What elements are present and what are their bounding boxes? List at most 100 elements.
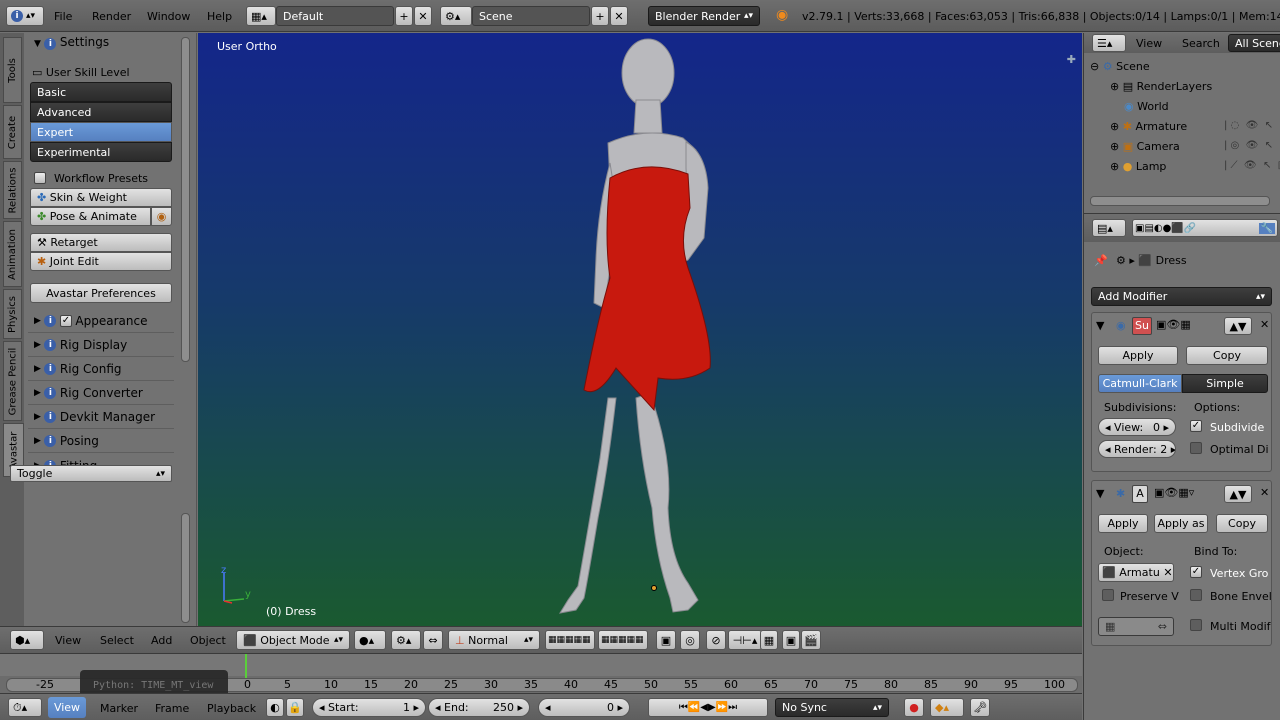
move-up-button[interactable]: ▲▼ <box>1224 485 1252 503</box>
current-frame-field[interactable]: ◂ 0 ▸ <box>538 698 630 717</box>
panel-posing[interactable]: ▶ i Posing <box>28 430 174 453</box>
properties-editor-button[interactable]: ▤▴ <box>1092 219 1126 237</box>
camera-restrict-icons[interactable]: | ◎ 👁 ↖ ▣ <box>1224 140 1280 151</box>
panel-rig-config[interactable]: ▶ i Rig Config <box>28 358 174 381</box>
layout-field[interactable]: Default <box>276 6 394 26</box>
layers-grid-1[interactable]: ▦▦▦▦▦ <box>545 630 595 650</box>
remove-scene-button[interactable]: ✕ <box>610 6 628 26</box>
tree-item-scene[interactable]: ⊖ ⚙ Scene <box>1090 60 1150 73</box>
add-modifier-select[interactable]: Add Modifier ▴▾ <box>1091 287 1272 306</box>
panel-devkit-manager[interactable]: ▶ i Devkit Manager <box>28 406 174 429</box>
add-layout-button[interactable]: + <box>395 6 413 26</box>
pose-animate-button[interactable]: ✤ Pose & Animate <box>30 207 151 226</box>
multi-modifier-checkbox[interactable] <box>1190 619 1202 631</box>
add-scene-button[interactable]: + <box>591 6 609 26</box>
scene-field[interactable]: Scene <box>472 6 590 26</box>
armature-name-field[interactable]: A <box>1132 485 1148 503</box>
outliner-scrollbar[interactable] <box>1090 196 1270 206</box>
panel-rig-converter[interactable]: ▶ i Rig Converter <box>28 382 174 405</box>
panel-appearance[interactable]: ▶ i ✓ Appearance <box>28 310 174 333</box>
subsurf-name-field[interactable]: Su <box>1132 317 1152 335</box>
vertex-group-field[interactable]: ▦ ⇔ <box>1098 617 1174 636</box>
skill-experimental[interactable]: Experimental <box>30 142 172 162</box>
snap-target-button[interactable]: ▦ <box>760 630 778 650</box>
move-up-button[interactable]: ▲▼ <box>1224 317 1252 335</box>
editor-type-button[interactable]: i ▴▾ <box>6 6 44 26</box>
menu-select[interactable]: Select <box>100 634 134 647</box>
subsurf-copy-button[interactable]: Copy <box>1186 346 1268 365</box>
proportional-button[interactable]: ◎ <box>680 630 700 650</box>
render-anim-button[interactable]: 🎬 <box>801 630 821 650</box>
tree-item-camera[interactable]: ⊕ ▣ Camera <box>1110 140 1180 153</box>
menu-frame[interactable]: Frame <box>155 702 189 715</box>
start-frame-field[interactable]: ◂ Start: 1 ▸ <box>312 698 426 717</box>
menu-window[interactable]: Window <box>147 10 190 23</box>
orientation-select[interactable]: ⊥ Normal ▴▾ <box>448 630 540 650</box>
end-frame-field[interactable]: ◂ End: 250 ▸ <box>428 698 530 717</box>
catmull-clark-button[interactable]: Catmull-Clark <box>1098 374 1182 393</box>
clear-icon[interactable]: ✕ <box>1163 566 1172 579</box>
panel-rig-display[interactable]: ▶ i Rig Display <box>28 334 174 357</box>
menu-view[interactable]: View <box>55 634 81 647</box>
outliner-filter-select[interactable]: All Scenes <box>1228 34 1280 52</box>
menu-playback[interactable]: Playback <box>207 702 256 715</box>
armature-toggle-icons[interactable]: ▣👁▦▿ <box>1154 486 1194 499</box>
key-insert-button[interactable]: 🗝 <box>970 698 990 717</box>
tree-item-lamp[interactable]: ⊕ ● Lamp <box>1110 160 1166 173</box>
tab-physics[interactable]: Physics <box>3 289 22 339</box>
keying-set-button[interactable]: ◆▴ <box>930 698 964 717</box>
armature-copy-button[interactable]: Copy <box>1216 514 1268 533</box>
shelf-scrollbar[interactable] <box>181 37 190 362</box>
optimal-display-checkbox[interactable] <box>1190 442 1202 454</box>
render-engine-select[interactable]: Blender Render ▴▾ <box>648 6 760 26</box>
tab-relations[interactable]: Relations <box>3 161 22 219</box>
viewport-3d[interactable]: User Ortho ✚ z y (0) Dress <box>198 33 1082 626</box>
avastar-preferences-button[interactable]: Avastar Preferences <box>30 283 172 303</box>
tab-create[interactable]: Create <box>3 105 22 159</box>
armature-object-field[interactable]: ⬛ Armatu ✕ <box>1098 563 1174 582</box>
menu-marker[interactable]: Marker <box>100 702 138 715</box>
tree-item-world[interactable]: ◉ World <box>1124 100 1169 113</box>
character-model[interactable] <box>538 38 758 623</box>
retarget-button[interactable]: ⚒ Retarget <box>30 233 172 252</box>
collapse-icon[interactable]: ▼ <box>1096 487 1104 500</box>
skill-advanced[interactable]: Advanced <box>30 102 172 122</box>
menu-object[interactable]: Object <box>190 634 226 647</box>
lamp-restrict-icons[interactable]: | ⟋ 👁 ↖ ▣ <box>1224 160 1280 171</box>
subdivide-uvs-checkbox[interactable]: ✓ <box>1190 420 1202 432</box>
scene-icon-button[interactable]: ⚙▴ <box>440 6 472 26</box>
armature-apply-as-button[interactable]: Apply as <box>1154 514 1208 533</box>
pose-dot-button[interactable]: ◉ <box>151 207 172 226</box>
menu-add[interactable]: Add <box>151 634 172 647</box>
appearance-checkbox[interactable]: ✓ <box>59 315 72 327</box>
shelf-scrollbar-lower[interactable] <box>181 513 190 623</box>
tab-animation[interactable]: Animation <box>3 221 22 287</box>
render-levels-field[interactable]: ◂ Render: 2 ▸ <box>1098 440 1176 458</box>
playback-controls[interactable]: ⏮⏪◀▶⏩⏭ <box>648 698 768 717</box>
view-levels-field[interactable]: ◂ View: 0 ▸ <box>1098 418 1176 436</box>
toggle-select[interactable]: Toggle ▴▾ <box>10 465 172 482</box>
current-frame-line[interactable] <box>245 654 247 678</box>
menu-render[interactable]: Render <box>92 10 131 23</box>
armature-restrict-icons[interactable]: | ◌ 👁 ↖ ▣ <box>1224 120 1280 131</box>
subsurf-apply-button[interactable]: Apply <box>1098 346 1178 365</box>
pivot-select[interactable]: ⚙▴ <box>391 630 421 650</box>
preview-range-button[interactable]: ◐ <box>266 698 284 717</box>
manipulator-toggle[interactable]: ⇔ <box>423 630 443 650</box>
menu-help[interactable]: Help <box>207 10 232 23</box>
skill-expert[interactable]: Expert <box>30 122 172 142</box>
layout-icon-button[interactable]: ▦▴ <box>246 6 276 26</box>
armature-apply-button[interactable]: Apply <box>1098 514 1148 533</box>
mode-select[interactable]: ⬛ Object Mode ▴▾ <box>236 630 350 650</box>
layers-grid-2[interactable]: ▦▦▦▦▦ <box>598 630 648 650</box>
snap-element-button[interactable]: ⊣⊢▴ <box>728 630 762 650</box>
timeline[interactable]: -25 0 5 10 15 20 25 30 35 40 45 50 55 60 65 70 75 80 85 90 9… <box>0 653 1082 700</box>
tab-grease-pencil[interactable]: Grease Pencil <box>3 341 22 421</box>
outliner-menu-search[interactable]: Search <box>1182 37 1220 50</box>
settings-header[interactable]: ▼ i Settings <box>34 35 109 50</box>
lock-range-button[interactable]: 🔒 <box>286 698 304 717</box>
workflow-presets-checkbox[interactable] <box>34 172 46 184</box>
subsurf-toggle-icons[interactable]: ▣👁▦ <box>1156 318 1191 331</box>
menu-timeline-view[interactable]: View <box>48 697 86 718</box>
skill-basic[interactable]: Basic <box>30 82 172 102</box>
